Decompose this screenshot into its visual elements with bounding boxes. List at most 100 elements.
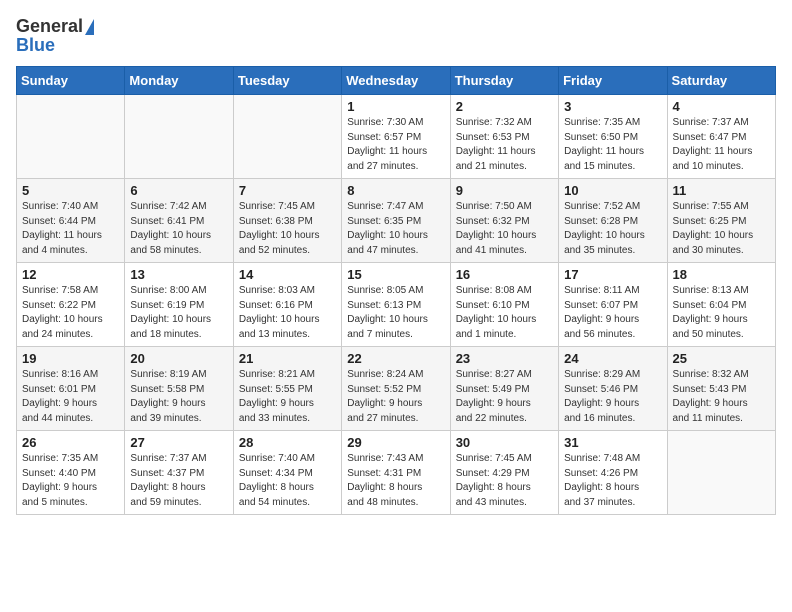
logo: General Blue (16, 16, 94, 56)
day-number: 14 (239, 267, 336, 282)
day-info: Sunrise: 7:42 AM Sunset: 6:41 PM Dayligh… (130, 200, 227, 258)
calendar-cell: 3 Sunrise: 7:35 AM Sunset: 6:50 PM Daylig… (559, 95, 667, 179)
calendar-cell: 8 Sunrise: 7:47 AM Sunset: 6:35 PM Daylig… (342, 179, 450, 263)
header-cell-thursday: Thursday (450, 67, 558, 95)
day-info: Sunrise: 8:11 AM Sunset: 6:07 PM Dayligh… (564, 284, 661, 342)
day-number: 4 (673, 99, 770, 114)
calendar-cell (667, 431, 775, 515)
calendar-cell: 15Sunrise: 8:05 AM Sunset: 6:13 PM Dayli… (342, 263, 450, 347)
calendar-cell: 13Sunrise: 8:00 AM Sunset: 6:19 PM Dayli… (125, 263, 233, 347)
day-number: 1 (347, 99, 444, 114)
day-info: Sunrise: 7:32 AM Sunset: 6:53 PM Dayligh… (456, 116, 553, 174)
day-info: Sunrise: 7:52 AM Sunset: 6:28 PM Dayligh… (564, 200, 661, 258)
day-number: 12 (22, 267, 119, 282)
day-number: 2 (456, 99, 553, 114)
day-info: Sunrise: 7:43 AM Sunset: 4:31 PM Dayligh… (347, 452, 444, 510)
calendar-cell (17, 95, 125, 179)
day-info: Sunrise: 7:37 AM Sunset: 6:47 PM Dayligh… (673, 116, 770, 174)
page-header: General Blue (16, 16, 776, 56)
day-number: 18 (673, 267, 770, 282)
day-info: Sunrise: 8:16 AM Sunset: 6:01 PM Dayligh… (22, 368, 119, 426)
day-info: Sunrise: 7:40 AM Sunset: 6:44 PM Dayligh… (22, 200, 119, 258)
day-info: Sunrise: 8:08 AM Sunset: 6:10 PM Dayligh… (456, 284, 553, 342)
day-number: 24 (564, 351, 661, 366)
day-info: Sunrise: 7:48 AM Sunset: 4:26 PM Dayligh… (564, 452, 661, 510)
calendar-cell: 18 Sunrise: 8:13 AM Sunset: 6:04 PM Dayli… (667, 263, 775, 347)
calendar-week-1: 5 Sunrise: 7:40 AM Sunset: 6:44 PM Daylig… (17, 179, 776, 263)
calendar-cell: 5 Sunrise: 7:40 AM Sunset: 6:44 PM Daylig… (17, 179, 125, 263)
calendar-cell (233, 95, 341, 179)
calendar-cell: 31Sunrise: 7:48 AM Sunset: 4:26 PM Dayli… (559, 431, 667, 515)
calendar-cell: 10 Sunrise: 7:52 AM Sunset: 6:28 PM Dayli… (559, 179, 667, 263)
day-number: 22 (347, 351, 444, 366)
day-number: 6 (130, 183, 227, 198)
day-number: 27 (130, 435, 227, 450)
day-info: Sunrise: 7:55 AM Sunset: 6:25 PM Dayligh… (673, 200, 770, 258)
calendar-cell: 1 Sunrise: 7:30 AM Sunset: 6:57 PM Daylig… (342, 95, 450, 179)
calendar-cell: 30Sunrise: 7:45 AM Sunset: 4:29 PM Dayli… (450, 431, 558, 515)
header-cell-saturday: Saturday (667, 67, 775, 95)
day-number: 21 (239, 351, 336, 366)
day-info: Sunrise: 7:30 AM Sunset: 6:57 PM Dayligh… (347, 116, 444, 174)
header-cell-monday: Monday (125, 67, 233, 95)
calendar-cell: 23 Sunrise: 8:27 AM Sunset: 5:49 PM Dayli… (450, 347, 558, 431)
header-cell-tuesday: Tuesday (233, 67, 341, 95)
day-number: 15 (347, 267, 444, 282)
day-number: 23 (456, 351, 553, 366)
calendar-cell: 19 Sunrise: 8:16 AM Sunset: 6:01 PM Dayli… (17, 347, 125, 431)
day-info: Sunrise: 8:27 AM Sunset: 5:49 PM Dayligh… (456, 368, 553, 426)
calendar-cell: 14Sunrise: 8:03 AM Sunset: 6:16 PM Dayli… (233, 263, 341, 347)
calendar-week-4: 26Sunrise: 7:35 AM Sunset: 4:40 PM Dayli… (17, 431, 776, 515)
calendar-cell: 24 Sunrise: 8:29 AM Sunset: 5:46 PM Dayli… (559, 347, 667, 431)
day-number: 20 (130, 351, 227, 366)
calendar-cell: 7 Sunrise: 7:45 AM Sunset: 6:38 PM Daylig… (233, 179, 341, 263)
calendar-cell (125, 95, 233, 179)
day-number: 26 (22, 435, 119, 450)
day-number: 13 (130, 267, 227, 282)
calendar-cell: 17 Sunrise: 8:11 AM Sunset: 6:07 PM Dayli… (559, 263, 667, 347)
calendar-cell: 16 Sunrise: 8:08 AM Sunset: 6:10 PM Dayli… (450, 263, 558, 347)
calendar-cell: 28Sunrise: 7:40 AM Sunset: 4:34 PM Dayli… (233, 431, 341, 515)
calendar-cell: 21 Sunrise: 8:21 AM Sunset: 5:55 PM Dayli… (233, 347, 341, 431)
day-number: 19 (22, 351, 119, 366)
day-info: Sunrise: 7:45 AM Sunset: 6:38 PM Dayligh… (239, 200, 336, 258)
day-info: Sunrise: 8:24 AM Sunset: 5:52 PM Dayligh… (347, 368, 444, 426)
calendar-body: 1 Sunrise: 7:30 AM Sunset: 6:57 PM Daylig… (17, 95, 776, 515)
day-number: 17 (564, 267, 661, 282)
day-number: 28 (239, 435, 336, 450)
calendar-cell: 4 Sunrise: 7:37 AM Sunset: 6:47 PM Daylig… (667, 95, 775, 179)
day-info: Sunrise: 8:29 AM Sunset: 5:46 PM Dayligh… (564, 368, 661, 426)
calendar-cell: 2 Sunrise: 7:32 AM Sunset: 6:53 PM Daylig… (450, 95, 558, 179)
day-number: 16 (456, 267, 553, 282)
day-number: 29 (347, 435, 444, 450)
calendar-cell: 20 Sunrise: 8:19 AM Sunset: 5:58 PM Dayli… (125, 347, 233, 431)
calendar-cell: 9Sunrise: 7:50 AM Sunset: 6:32 PM Daylig… (450, 179, 558, 263)
day-number: 3 (564, 99, 661, 114)
calendar-cell: 11Sunrise: 7:55 AM Sunset: 6:25 PM Dayli… (667, 179, 775, 263)
day-info: Sunrise: 8:19 AM Sunset: 5:58 PM Dayligh… (130, 368, 227, 426)
header-row: SundayMondayTuesdayWednesdayThursdayFrid… (17, 67, 776, 95)
calendar-cell: 25Sunrise: 8:32 AM Sunset: 5:43 PM Dayli… (667, 347, 775, 431)
day-number: 30 (456, 435, 553, 450)
day-number: 5 (22, 183, 119, 198)
day-info: Sunrise: 7:58 AM Sunset: 6:22 PM Dayligh… (22, 284, 119, 342)
calendar-header: SundayMondayTuesdayWednesdayThursdayFrid… (17, 67, 776, 95)
day-number: 8 (347, 183, 444, 198)
header-cell-friday: Friday (559, 67, 667, 95)
calendar-cell: 6 Sunrise: 7:42 AM Sunset: 6:41 PM Daylig… (125, 179, 233, 263)
day-number: 9 (456, 183, 553, 198)
calendar-cell: 27Sunrise: 7:37 AM Sunset: 4:37 PM Dayli… (125, 431, 233, 515)
calendar-week-2: 12 Sunrise: 7:58 AM Sunset: 6:22 PM Dayli… (17, 263, 776, 347)
day-info: Sunrise: 7:35 AM Sunset: 6:50 PM Dayligh… (564, 116, 661, 174)
header-cell-sunday: Sunday (17, 67, 125, 95)
calendar-cell: 26Sunrise: 7:35 AM Sunset: 4:40 PM Dayli… (17, 431, 125, 515)
day-number: 10 (564, 183, 661, 198)
calendar-cell: 22 Sunrise: 8:24 AM Sunset: 5:52 PM Dayli… (342, 347, 450, 431)
day-info: Sunrise: 8:21 AM Sunset: 5:55 PM Dayligh… (239, 368, 336, 426)
day-info: Sunrise: 7:47 AM Sunset: 6:35 PM Dayligh… (347, 200, 444, 258)
logo-general-text: General (16, 16, 83, 37)
day-info: Sunrise: 8:13 AM Sunset: 6:04 PM Dayligh… (673, 284, 770, 342)
day-number: 7 (239, 183, 336, 198)
calendar-week-0: 1 Sunrise: 7:30 AM Sunset: 6:57 PM Daylig… (17, 95, 776, 179)
day-number: 25 (673, 351, 770, 366)
